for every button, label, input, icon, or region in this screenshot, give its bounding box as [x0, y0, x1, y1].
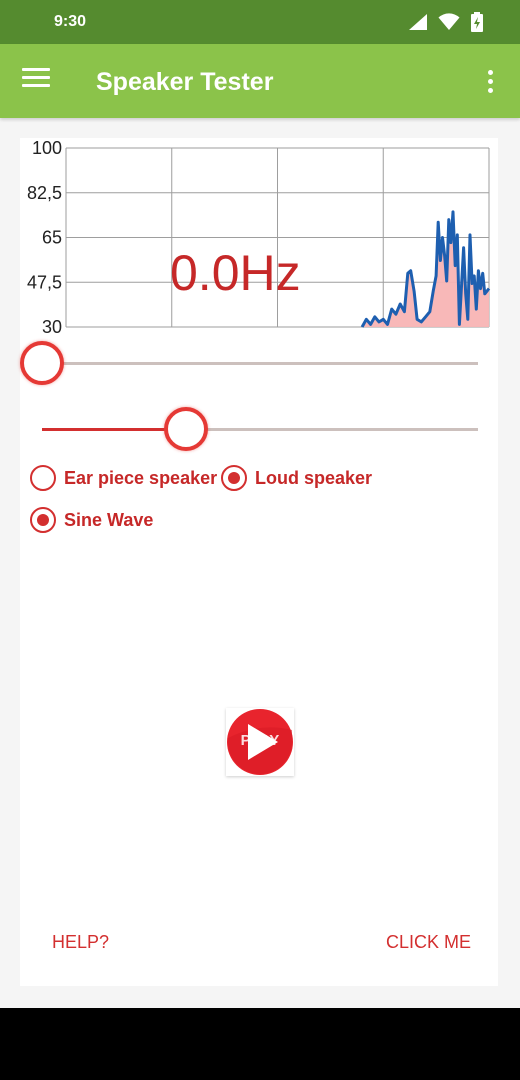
y-tick-label: 65 — [42, 228, 62, 248]
app-title: Speaker Tester — [96, 68, 274, 96]
frequency-slider-thumb[interactable] — [20, 341, 64, 385]
radio-button[interactable] — [30, 507, 56, 533]
radio-button[interactable] — [30, 465, 56, 491]
main-card: 100 82,5 65 47,5 30 0.0Hz Ear piece speaker … — [20, 138, 498, 986]
radio-button[interactable] — [221, 465, 247, 491]
radio-label: Sine Wave — [64, 509, 154, 530]
status-bar: 9:30 — [0, 0, 520, 44]
more-vertical-icon[interactable] — [482, 70, 498, 96]
frequency-spectrum-chart: 100 82,5 65 47,5 30 — [27, 138, 491, 337]
play-button-label: PLAY — [240, 732, 280, 749]
sine-wave-option[interactable]: Sine Wave — [30, 507, 153, 533]
navigation-bar — [0, 1008, 520, 1080]
frequency-slider[interactable] — [20, 338, 478, 388]
ear-piece-speaker-option[interactable]: Ear piece speaker — [30, 465, 217, 491]
app-bar: Speaker Tester — [0, 44, 520, 118]
slider-track — [42, 362, 478, 365]
status-time: 9:30 — [54, 13, 87, 30]
click-me-button[interactable]: CLICK ME — [386, 932, 471, 953]
y-tick-label: 100 — [32, 138, 62, 158]
y-tick-label: 47,5 — [27, 272, 62, 292]
wifi-icon — [438, 13, 460, 30]
y-tick-label: 82,5 — [27, 183, 62, 203]
frequency-readout: 0.0Hz — [170, 245, 301, 301]
signal-icon — [409, 14, 427, 30]
status-icons — [408, 12, 484, 32]
loud-speaker-option[interactable]: Loud speaker — [221, 465, 372, 491]
hamburger-menu-icon[interactable] — [22, 68, 50, 94]
radio-label: Loud speaker — [255, 467, 373, 488]
y-tick-label: 30 — [42, 317, 62, 337]
help-button[interactable]: HELP? — [52, 932, 109, 953]
radio-label: Ear piece speaker — [64, 467, 218, 488]
volume-slider-thumb[interactable] — [163, 407, 208, 451]
play-button[interactable]: PLAY — [226, 708, 294, 776]
battery-charging-icon — [471, 12, 483, 32]
volume-slider[interactable] — [42, 404, 478, 454]
